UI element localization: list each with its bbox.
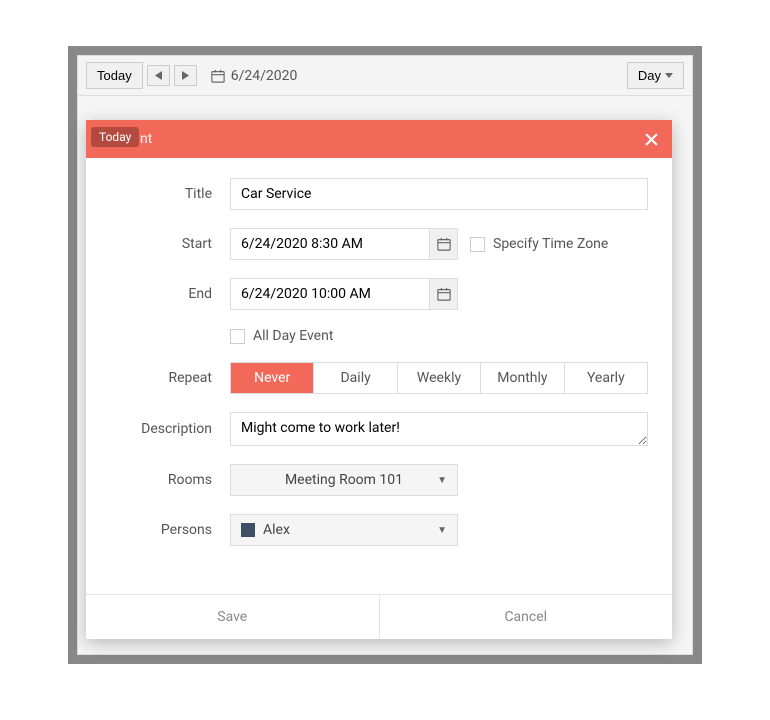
specify-timezone-checkbox[interactable]: Specify Time Zone [470,236,608,252]
dialog-footer: Save Cancel [86,594,672,639]
start-date-picker-button[interactable] [429,229,457,259]
repeat-segmented: Never Daily Weekly Monthly Yearly [230,362,648,394]
start-label: Start [110,236,230,252]
toolbar: Today 6/24/2020 Day [78,56,692,96]
chevron-down-icon: ▼ [437,525,447,536]
close-button[interactable] [645,133,658,146]
rooms-select[interactable]: Meeting Room 101 ▼ [230,464,458,496]
persons-label: Persons [110,522,230,538]
dialog-body: Title Start [86,158,672,574]
view-label: Day [638,68,661,83]
next-button[interactable] [174,65,197,86]
title-input[interactable] [230,178,648,210]
persons-value: Alex [263,522,290,538]
date-text: 6/24/2020 [231,68,298,84]
date-display[interactable]: 6/24/2020 [211,68,298,84]
repeat-weekly[interactable]: Weekly [398,363,481,393]
repeat-label: Repeat [110,370,230,386]
end-datetime [230,278,458,310]
person-color-swatch [241,523,255,537]
checkbox-icon [470,237,485,252]
checkbox-icon [230,329,245,344]
calendar-icon [211,69,225,83]
end-date-picker-button[interactable] [429,279,457,309]
chevron-down-icon [665,73,673,78]
all-day-label: All Day Event [253,328,333,344]
dialog-title-fragment: nt [140,131,152,147]
chevron-left-icon [155,71,162,80]
calendar-icon [437,237,451,251]
all-day-checkbox[interactable]: All Day Event [230,328,333,344]
end-input[interactable] [231,279,429,309]
repeat-yearly[interactable]: Yearly [565,363,647,393]
close-icon [645,133,658,146]
chevron-right-icon [182,71,189,80]
title-label: Title [110,186,230,202]
chevron-down-icon: ▼ [437,475,447,486]
today-button[interactable]: Today [86,62,143,89]
prev-button[interactable] [147,65,170,86]
dialog-header: Today nt [86,120,672,158]
today-tooltip: Today [91,127,139,147]
repeat-monthly[interactable]: Monthly [481,363,564,393]
cancel-button[interactable]: Cancel [380,595,673,639]
repeat-never[interactable]: Never [231,363,314,393]
start-input[interactable] [231,229,429,259]
save-button[interactable]: Save [86,595,380,639]
repeat-daily[interactable]: Daily [314,363,397,393]
description-input[interactable] [230,412,648,446]
description-label: Description [110,421,230,437]
event-dialog: Today nt Title Start [86,120,672,639]
calendar-icon [437,287,451,301]
rooms-value: Meeting Room 101 [285,472,403,488]
specify-timezone-label: Specify Time Zone [493,236,608,252]
rooms-label: Rooms [110,472,230,488]
start-datetime [230,228,458,260]
view-selector[interactable]: Day [627,62,684,89]
persons-select[interactable]: Alex ▼ [230,514,458,546]
end-label: End [110,286,230,302]
